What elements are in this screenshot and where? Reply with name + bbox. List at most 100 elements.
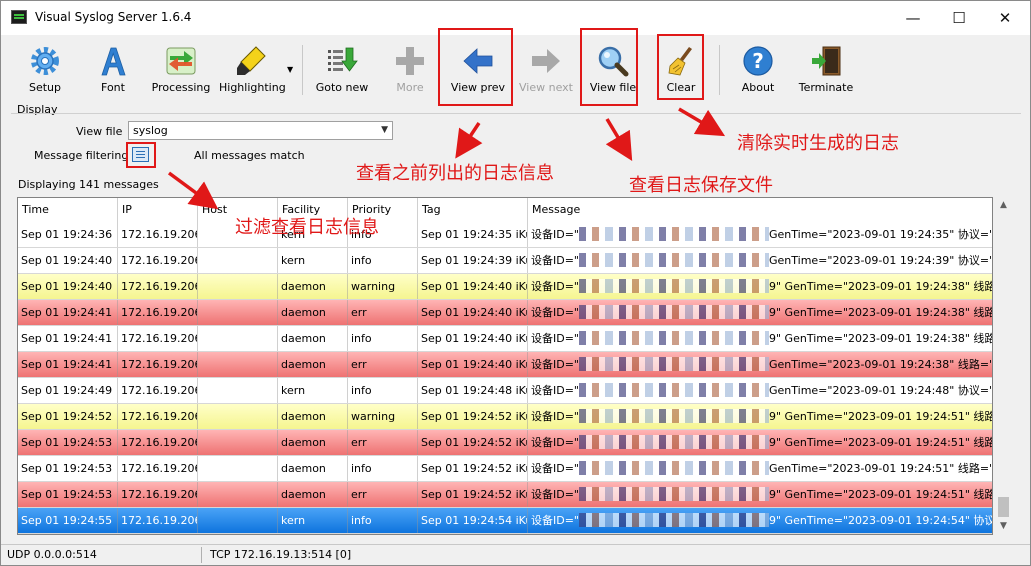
cell-ip: 172.16.19.206 [118,404,198,429]
close-button[interactable]: ✕ [983,5,1027,31]
log-table: Time IP Host Facility Priority Tag Messa… [17,197,993,535]
column-header-time[interactable]: Time [18,198,118,222]
table-row[interactable]: Sep 01 19:24:36 172.16.19.206 kern info Sep … [18,222,992,248]
plus-icon [396,47,424,75]
cell-facility: daemon [278,326,348,351]
table-row[interactable]: Sep 01 19:24:41 172.16.19.206 daemon err Sep… [18,300,992,326]
cell-ip: 172.16.19.206 [118,300,198,325]
cell-tag: Sep 01 19:24:52 iKuai [418,456,528,481]
cell-time: Sep 01 19:24:49 [18,378,118,403]
cell-time: Sep 01 19:24:40 [18,248,118,273]
column-header-tag[interactable]: Tag [418,198,528,222]
filter-status-text: All messages match [194,149,305,162]
table-row[interactable]: Sep 01 19:24:40 172.16.19.206 daemon warnin… [18,274,992,300]
status-divider [201,547,202,563]
font-button[interactable]: Font [87,41,139,97]
table-row[interactable]: Sep 01 19:24:40 172.16.19.206 kern info Sep … [18,248,992,274]
message-start: 设备ID=" [531,384,579,397]
scroll-down-icon[interactable]: ▼ [995,518,1012,535]
cell-tag: Sep 01 19:24:40 iKuai [418,326,528,351]
message-filtering-label: Message filtering [34,149,129,162]
message-end: GenTime="2023-09-01 19:24:38" 线路="pptp2 [769,358,992,371]
cell-tag: Sep 01 19:24:35 iKuai [418,222,528,247]
cell-tag: Sep 01 19:24:40 iKuai [418,352,528,377]
cell-host [198,274,278,299]
cell-tag: Sep 01 19:24:52 iKuai [418,404,528,429]
table-row[interactable]: Sep 01 19:24:41 172.16.19.206 daemon err Sep… [18,352,992,378]
message-start: 设备ID=" [531,280,579,293]
table-row[interactable]: Sep 01 19:24:53 172.16.19.206 daemon err Sep… [18,482,992,508]
cell-facility: daemon [278,482,348,507]
font-label: Font [101,81,125,94]
cell-ip: 172.16.19.206 [118,378,198,403]
cell-priority: info [348,456,418,481]
cell-priority: info [348,378,418,403]
scroll-up-icon[interactable]: ▲ [995,197,1012,214]
table-row[interactable]: Sep 01 19:24:52 172.16.19.206 daemon warnin… [18,404,992,430]
font-a-icon [101,47,126,76]
redacted-region [579,435,769,449]
cell-message: 设备ID=" GenTime="2023-09-01 19:24:38" 线路="… [528,352,992,377]
cell-ip: 172.16.19.206 [118,482,198,507]
cell-time: Sep 01 19:24:55 [18,508,118,533]
cell-tag: Sep 01 19:24:48 iKuai [418,378,528,403]
goto-new-label: Goto new [315,81,369,94]
maximize-button[interactable]: ☐ [937,5,981,31]
column-header-ip[interactable]: IP [118,198,198,222]
table-row[interactable]: Sep 01 19:24:49 172.16.19.206 kern info Sep … [18,378,992,404]
cell-tag: Sep 01 19:24:39 iKuai [418,248,528,273]
message-end: 9" GenTime="2023-09-01 19:24:51" 线路="ppt… [769,488,992,501]
message-end: 9" GenTime="2023-09-01 19:24:38" 线路="ppt… [769,280,992,293]
redacted-region [579,383,769,397]
setup-button[interactable]: Setup [17,41,73,97]
view-next-button[interactable]: View next [517,41,575,97]
view-file-select[interactable]: syslog ▼ [128,121,393,140]
cell-message: 设备ID=" 9" GenTime="2023-09-01 19:24:51" 线… [528,430,992,455]
scrollbar-thumb[interactable] [998,497,1009,517]
cell-host [198,326,278,351]
message-end: 9" GenTime="2023-09-01 19:24:38" 线路="ppt… [769,332,992,345]
message-end: 9" GenTime="2023-09-01 19:24:51" 线路="ppt… [769,436,992,449]
processing-button[interactable]: Processing [151,41,211,97]
cell-message: 设备ID=" 9" GenTime="2023-09-01 19:24:51" 线… [528,482,992,507]
cell-time: Sep 01 19:24:36 [18,222,118,247]
minimize-button[interactable]: — [891,5,935,31]
table-row[interactable]: Sep 01 19:24:55 172.16.19.206 kern info Sep … [18,508,992,534]
message-start: 设备ID=" [531,436,579,449]
terminate-button[interactable]: Terminate [797,41,855,97]
cell-priority: warning [348,404,418,429]
cell-priority: warning [348,274,418,299]
window-title: Visual Syslog Server 1.6.4 [35,10,192,24]
redacted-region [579,513,769,527]
cell-message: 设备ID=" 9" GenTime="2023-09-01 19:24:38" 线… [528,274,992,299]
goto-new-button[interactable]: Goto new [313,41,371,97]
cell-time: Sep 01 19:24:41 [18,300,118,325]
cell-facility: kern [278,508,348,533]
cell-time: Sep 01 19:24:53 [18,430,118,455]
cell-host [198,482,278,507]
highlighting-button[interactable]: Highlighting [219,41,286,97]
table-row[interactable]: Sep 01 19:24:53 172.16.19.206 daemon err Sep… [18,430,992,456]
about-button[interactable]: ? About [734,41,782,97]
redacted-region [579,253,769,267]
cell-message: 设备ID=" GenTime="2023-09-01 19:24:48" 协议="… [528,378,992,403]
cell-message: 设备ID=" 9" GenTime="2023-09-01 19:24:51" 线… [528,404,992,429]
cell-host [198,248,278,273]
more-button[interactable]: More [387,41,433,97]
table-row[interactable]: Sep 01 19:24:41 172.16.19.206 daemon info Se… [18,326,992,352]
cell-tag: Sep 01 19:24:40 iKuai [418,300,528,325]
cell-message: 设备ID=" GenTime="2023-09-01 19:24:51" 线路="… [528,456,992,481]
column-header-message[interactable]: Message [528,198,992,222]
cell-tag: Sep 01 19:24:40 iKuai [418,274,528,299]
vertical-scrollbar[interactable]: ▲ ▼ [995,197,1012,535]
cell-time: Sep 01 19:24:40 [18,274,118,299]
table-row[interactable]: Sep 01 19:24:53 172.16.19.206 daemon info Se… [18,456,992,482]
cell-host [198,352,278,377]
status-bar: UDP 0.0.0.0:514 TCP 172.16.19.13:514 [0] [1,544,1030,565]
highlighting-dropdown-icon[interactable]: ▼ [287,65,293,74]
cell-ip: 172.16.19.206 [118,352,198,377]
exit-door-icon [812,46,841,76]
message-end: GenTime="2023-09-01 19:24:39" 协议="icmp" … [769,254,992,267]
app-window: Visual Syslog Server 1.6.4 — ☐ ✕ Setup F… [0,0,1031,566]
chevron-down-icon: ▼ [381,125,388,135]
